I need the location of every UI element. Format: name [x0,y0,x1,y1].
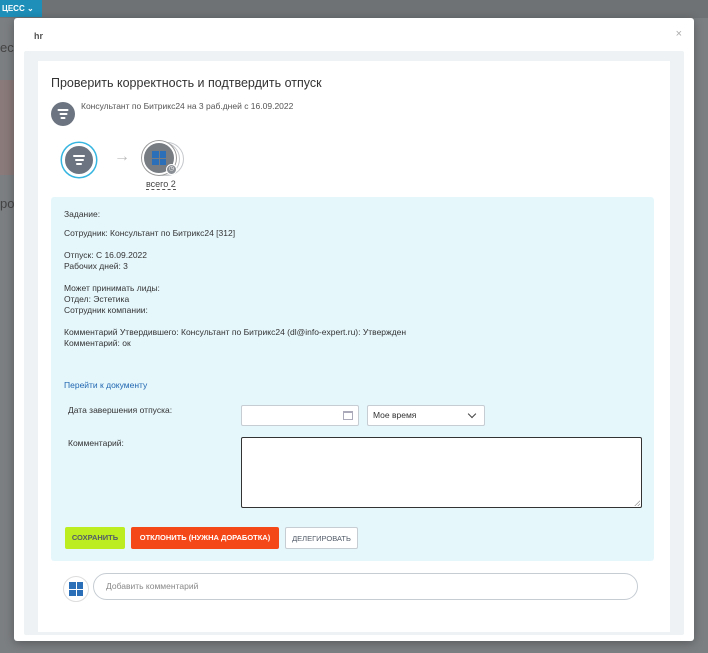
comment-label: Комментарий: [68,438,124,448]
company-logo-icon [152,151,166,165]
modal-body: Проверить корректность и подтвердить отп… [24,51,684,635]
resize-handle-icon[interactable] [634,500,640,506]
task-subtitle: Консультант по Битрикс24 на 3 раб.дней с… [81,101,294,111]
details-work-days: Рабочих дней: 3 [64,261,128,271]
end-date-label: Дата завершения отпуска: [68,405,173,415]
task-card: Проверить корректность и подтвердить отп… [38,61,670,632]
time-select[interactable]: Мое время [367,405,485,426]
close-icon[interactable]: × [676,28,682,40]
background-panel [0,80,14,175]
chevron-down-icon [467,409,477,419]
document-link[interactable]: Перейти к документу [64,380,147,390]
background-text-fragment: ро [0,196,15,211]
arrow-right-icon: → [114,148,130,165]
comment-textarea[interactable] [241,437,642,508]
delegate-button[interactable]: ДЕЛЕГИРОВАТЬ [285,527,358,549]
user-avatar [63,576,89,602]
time-select-value: Мое время [373,410,417,420]
workflow-step-icon [62,143,96,177]
add-comment-input[interactable]: Добавить комментарий [93,573,638,600]
details-vacation-from: Отпуск: С 16.09.2022 [64,250,147,260]
clock-icon: ◷ [166,164,177,175]
filter-icon [51,102,75,126]
details-can-accept-leads: Может принимать лиды: [64,283,160,293]
task-details: Задание: Сотрудник: Консультант по Битри… [51,197,654,561]
details-employee: Сотрудник: Консультант по Битрикс24 [312… [64,228,236,238]
decline-button[interactable]: ОТКЛОНИТЬ (НУЖНА ДОРАБОТКА) [131,527,279,549]
process-menu-label: ЦЕСС [2,4,25,13]
details-department: Отдел: Эстетика [64,294,130,304]
details-approver-comment: Комментарий Утвердившего: Консультант по… [64,327,407,337]
task-modal: hr × Проверить корректность и подтвердит… [14,18,694,641]
background-text-fragment: ес [0,40,14,55]
assignees-count-link[interactable]: всего 2 [146,179,176,190]
modal-title: hr [34,31,43,41]
details-comment: Комментарий: ок [64,338,131,348]
details-company-employee: Сотрудник компании: [64,305,148,315]
chevron-down-icon: ⌄ [26,4,34,13]
calendar-icon[interactable] [343,411,353,420]
process-menu[interactable]: ЦЕСС ⌄ [0,0,42,17]
details-heading: Задание: [64,209,101,219]
save-button[interactable]: СОХРАНИТЬ [65,527,125,549]
end-date-input[interactable] [241,405,359,426]
assignees-avatar-stack[interactable]: ◷ [142,141,186,177]
company-logo-icon [69,582,83,596]
task-title: Проверить корректность и подтвердить отп… [51,76,322,90]
background-topbar [0,0,708,18]
